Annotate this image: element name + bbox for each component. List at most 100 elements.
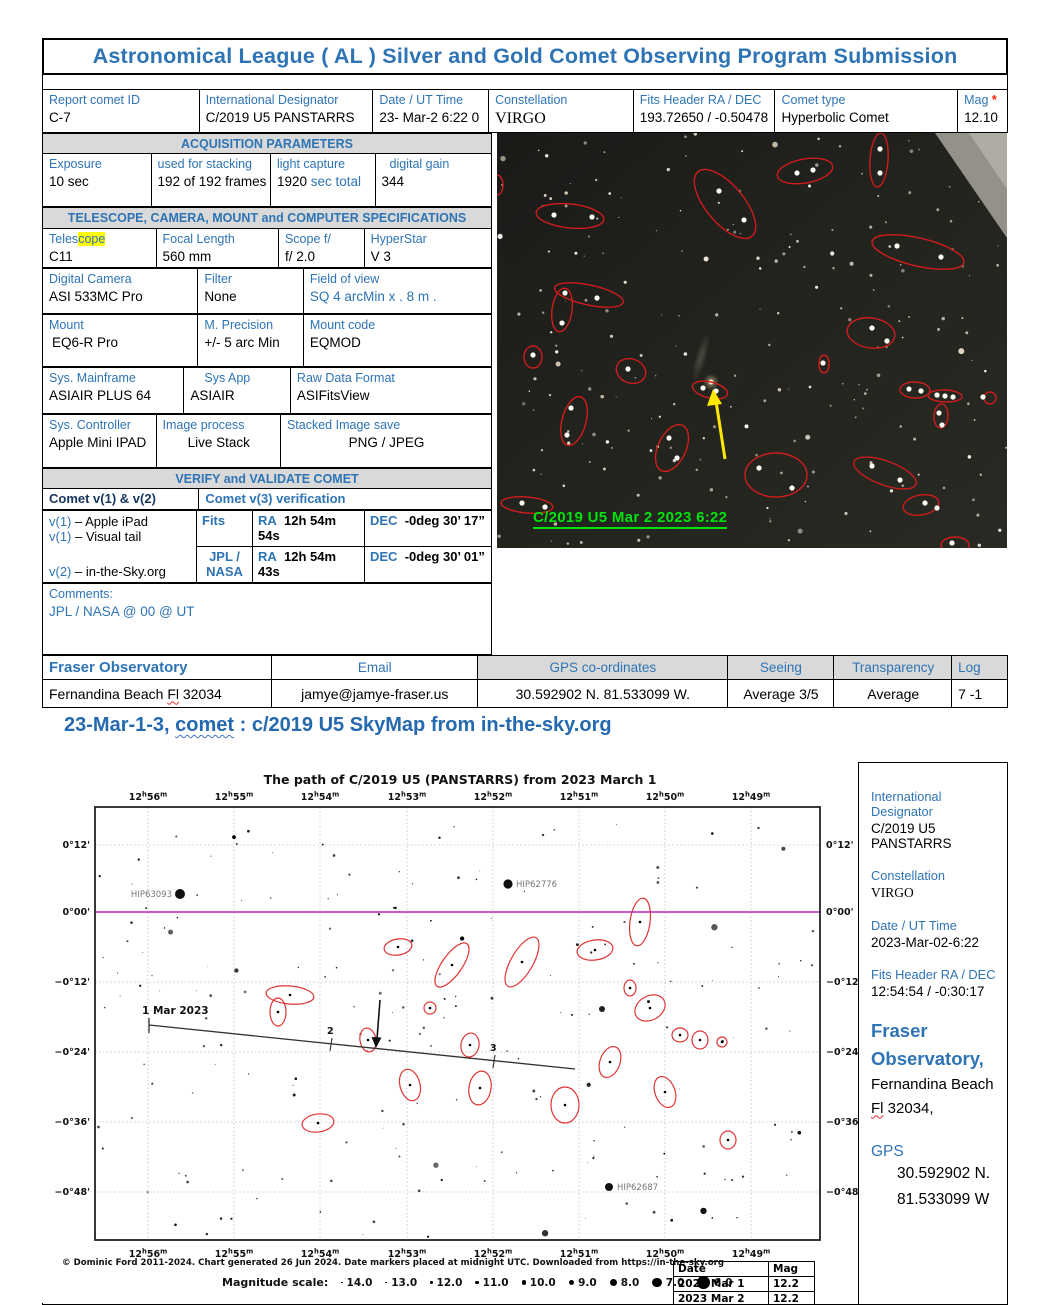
gps-value: 30.592902 N. 81.533099 W.	[477, 680, 726, 707]
svg-text:HIP62776: HIP62776	[516, 880, 557, 890]
email-value: jamye@jamye-fraser.us	[271, 680, 478, 707]
field-constellation: Constellation VIRGO	[488, 90, 633, 132]
highlighted-text: cope	[78, 232, 105, 246]
verify-methods-cell: v(1) – Apple iPad v(1) – Visual tail v(2…	[43, 511, 197, 582]
comments-row: Comments: JPL / NASA @ 00 @ UT	[42, 583, 492, 655]
mag-asterisk: *	[992, 93, 997, 107]
verify-fits-row: Fits RA 12h 54m 54s DEC -0deg 30’ 17”	[197, 511, 491, 546]
field-used-for-stacking: used for stacking 192 of 192 frames	[151, 154, 270, 206]
field-mount-code: Mount code EQMOD	[303, 315, 491, 366]
field-hyperstar: HyperStar V 3	[364, 229, 491, 267]
specs-row-1: Telescope C11 Focal Length 560 mm Scope …	[42, 228, 492, 268]
field-telescope: Telescope C11	[43, 229, 156, 267]
magnitude-scale: Magnitude scale: 14.0 13.0 12.0 11.0 10.0 9.0…	[222, 1276, 733, 1289]
magnitude-scale-item: 9.0	[569, 1277, 597, 1289]
chart-copyright: © Dominic Ford 2011-2024. Chart generate…	[62, 1258, 724, 1268]
verify-col2-header: Comet v(3) verification	[198, 489, 491, 509]
document-page: Astronomical League ( AL ) Silver and Go…	[0, 0, 1050, 1305]
transparency-header: Transparency	[833, 656, 951, 679]
path-date-label: 1 Mar 2023	[142, 1005, 209, 1017]
field-m-precision: M. Precision +/- 5 arc Min	[197, 315, 303, 366]
section-specs-header: TELESCOPE, CAMERA, MOUNT and COMPUTER SP…	[42, 207, 492, 228]
sidebar-designator-label: International Designator	[871, 789, 999, 819]
photo-background	[497, 133, 1007, 548]
svg-text:2: 2	[327, 1026, 334, 1037]
field-date-ut-time: Date / UT Time 23- Mar-2 6:22 0	[372, 90, 488, 132]
magnitude-scale-item: 12.0	[430, 1277, 462, 1289]
report-title-bar: Astronomical League ( AL ) Silver and Go…	[42, 38, 1008, 75]
field-scope-f: Scope f/ f/ 2.0	[278, 229, 364, 267]
field-fits-header-radec: Fits Header RA / DEC 193.72650 / -0.5047…	[633, 90, 775, 132]
comet-photo	[497, 133, 1007, 548]
verify-grid: v(1) – Apple iPad v(1) – Visual tail v(2…	[42, 510, 492, 583]
chart-title: The path of C/2019 U5 (PANSTARRS) from 2…	[264, 772, 657, 787]
table-row: 2023 Mar 1 12.2	[674, 1276, 814, 1291]
field-filter: Filter None	[197, 269, 303, 313]
field-sys-controller: Sys. Controller Apple Mini IPAD	[43, 415, 156, 467]
verify-col1-header: Comet v(1) & v(2)	[43, 489, 198, 509]
svg-text:−0°12': −0°12'	[826, 977, 858, 988]
log-header: Log	[951, 656, 1007, 679]
field-field-of-view: Field of view SQ 4 arcMin x . 8 m .	[303, 269, 491, 313]
svg-text:−0°36': −0°36'	[826, 1117, 858, 1128]
magnitude-scale-item: 10.0	[522, 1277, 556, 1289]
field-stacked-image-save: Stacked Image save PNG / JPEG	[280, 415, 491, 467]
svg-text:0°12': 0°12'	[63, 840, 91, 851]
field-sys-app: Sys App ASIAIR	[183, 368, 290, 413]
field-focal-length: Focal Length 560 mm	[156, 229, 278, 267]
sidebar-designator-value: C/2019 U5 PANSTARRS	[871, 821, 999, 851]
field-sys-mainframe: Sys. Mainframe ASIAIR PLUS 64	[43, 368, 183, 413]
section-verify-header: VERIFY and VALIDATE COMET	[42, 468, 492, 488]
sidebar-constellation-value: VIRGO	[871, 885, 999, 901]
sidebar-datetime-label: Date / UT Time	[871, 918, 999, 933]
report-summary-row: Report comet ID C-7 International Design…	[42, 89, 1008, 133]
field-digital-gain: digital gain 344	[375, 154, 491, 206]
gps-header: GPS co-ordinates	[477, 656, 726, 679]
specs-row-4: Sys. Mainframe ASIAIR PLUS 64 Sys App AS…	[42, 367, 492, 414]
table-row: 2023 Mar 2 12.2	[674, 1291, 814, 1305]
field-raw-data-format: Raw Data Format ASIFitsView	[290, 368, 491, 413]
sidebar-datetime-value: 2023-Mar-02-6:22	[871, 935, 999, 950]
sidebar-gps-values: 30.592902 N.81.533099 W	[871, 1161, 999, 1214]
svg-text:−0°36': −0°36'	[55, 1117, 90, 1128]
date-mag-table: Date Mag 2023 Mar 1 12.2 2023 Mar 2 12.2	[673, 1261, 815, 1305]
report-title: Astronomical League ( AL ) Silver and Go…	[93, 44, 958, 69]
photo-caption: C/2019 U5 Mar 2 2023 6:22	[533, 509, 727, 529]
comments-cell: Comments: JPL / NASA @ 00 @ UT	[43, 584, 491, 654]
sidebar-fits-label: Fits Header RA / DEC	[871, 967, 999, 982]
svg-text:−0°24': −0°24'	[55, 1047, 90, 1058]
skymap-sidebar: International Designator C/2019 U5 PANST…	[858, 763, 1007, 1304]
verify-col-headers: Comet v(1) & v(2) Comet v(3) verificatio…	[42, 488, 492, 510]
acquisition-row: Exposure 10 sec used for stacking 192 of…	[42, 153, 492, 207]
log-value: 7 -1	[951, 680, 1007, 707]
verify-coords-cell: Fits RA 12h 54m 54s DEC -0deg 30’ 17” JP…	[197, 511, 491, 582]
field-report-comet-id: Report comet ID C-7	[43, 90, 199, 132]
svg-text:0°00': 0°00'	[826, 907, 854, 918]
field-image-process: Image process Live Stack	[156, 415, 280, 467]
observatory-address: Fernandina Beach Fl 32034	[43, 680, 271, 707]
sidebar-observatory-name: FraserObservatory,	[871, 1017, 999, 1073]
sidebar-observatory-address: Fernandina Beach Fl 32034,	[871, 1073, 999, 1121]
spacer-row	[42, 75, 1008, 89]
magnitude-scale-item: 14.0	[341, 1277, 372, 1289]
svg-text:−0°12': −0°12'	[55, 977, 90, 988]
svg-text:−0°48': −0°48'	[55, 1187, 90, 1198]
specs-row-2: Digital Camera ASI 533MC Pro Filter None…	[42, 268, 492, 314]
footer-value-row: Fernandina Beach Fl 32034 jamye@jamye-fr…	[42, 679, 1008, 708]
magnitude-scale-label: Magnitude scale:	[222, 1276, 328, 1289]
seeing-value: Average 3/5	[727, 680, 834, 707]
magnitude-scale-item: 11.0	[475, 1277, 508, 1289]
sidebar-gps-label: GPS	[871, 1143, 999, 1161]
specs-row-3: Mount EQ6-R Pro M. Precision +/- 5 arc M…	[42, 314, 492, 367]
sidebar-fits-value: 12:54:54 / -0:30:17	[871, 984, 999, 999]
sidebar-constellation-label: Constellation	[871, 868, 999, 883]
footer-header-row: Fraser Observatory Email GPS co-ordinate…	[42, 655, 1008, 679]
field-mag: Mag * 12.10	[957, 90, 1007, 132]
field-mount: Mount EQ6-R Pro	[43, 315, 197, 366]
svg-text:−0°24': −0°24'	[826, 1047, 858, 1058]
magnitude-scale-item: 13.0	[385, 1277, 417, 1289]
specs-row-5: Sys. Controller Apple Mini IPAD Image pr…	[42, 414, 492, 468]
svg-text:−0°48': −0°48'	[826, 1187, 858, 1198]
transparency-value: Average	[833, 680, 951, 707]
svg-text:0°12': 0°12'	[826, 840, 854, 851]
